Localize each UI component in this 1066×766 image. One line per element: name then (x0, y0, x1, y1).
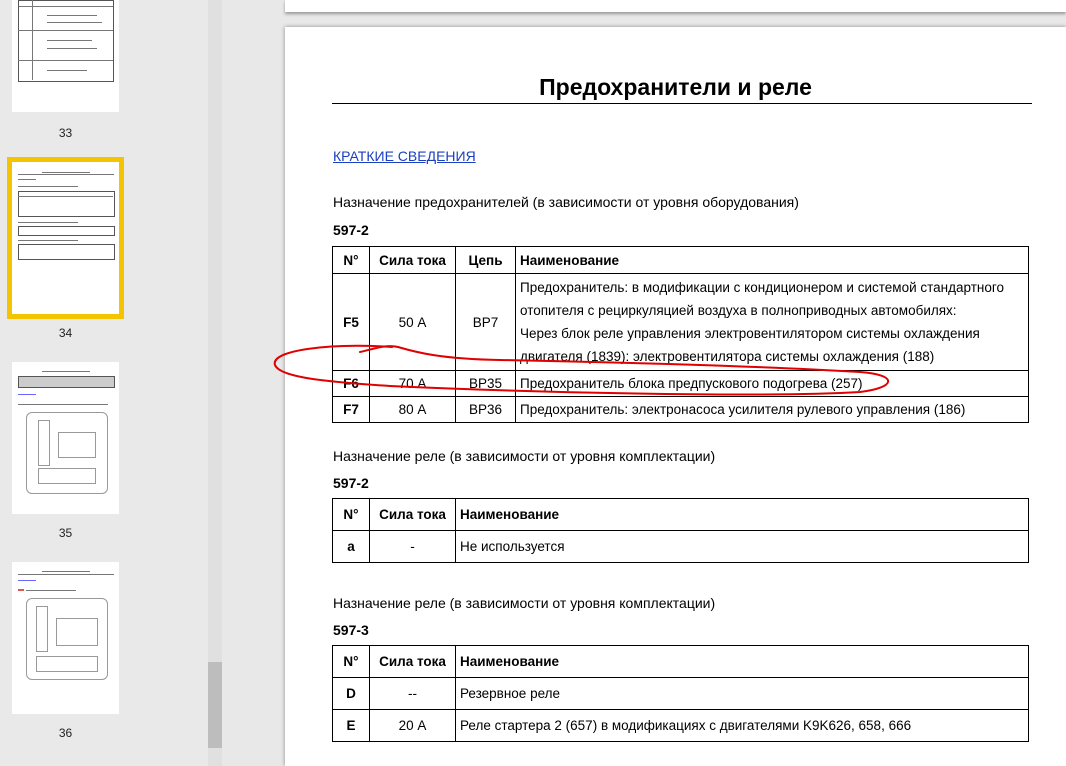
fuse-amp: 70 А (369, 370, 456, 397)
col-header-amp: Сила тока (369, 246, 456, 274)
relays1-table: N° Сила тока Наименование a - Не использ… (332, 498, 1029, 563)
relays1-code: 597-2 (333, 475, 369, 491)
relays2-table: N° Сила тока Наименование D -- Резервное… (332, 645, 1029, 742)
table-row: a - Не используется (332, 530, 1029, 563)
page-thumbnail-36[interactable] (12, 562, 119, 714)
col-header-amp: Сила тока (369, 498, 456, 531)
fuse-number: F5 (332, 273, 370, 371)
page-number-34: 34 (58, 326, 73, 340)
col-header-n: N° (332, 246, 370, 274)
relay-amp: - (369, 530, 456, 563)
fuse-number: F6 (332, 370, 370, 397)
relay-amp: -- (369, 677, 456, 710)
fuse-description-line: Предохранитель: в модификации с кондицио… (520, 280, 1004, 295)
relay-number: a (332, 530, 370, 563)
sidebar-scrollbar-track[interactable] (208, 0, 222, 766)
fuses-table: N° Сила тока Цепь Наименование F5 50 А B… (332, 246, 1029, 423)
table-row: F7 80 А BP36 Предохранитель: электронасо… (332, 396, 1029, 423)
fuse-number: F7 (332, 396, 370, 423)
table-row: E 20 А Реле стартера 2 (657) в модификац… (332, 709, 1029, 742)
col-header-circuit: Цепь (455, 246, 516, 274)
page-thumbnail-sidebar: 33 34 35 36 (0, 0, 222, 766)
fuse-description: Предохранитель: в модификации с кондицио… (515, 273, 1029, 371)
table-row: D -- Резервное реле (332, 677, 1029, 710)
col-header-name: Наименование (515, 246, 1029, 274)
fuse-circuit: BP35 (455, 370, 516, 397)
col-header-n: N° (332, 498, 370, 531)
table-row: F6 70 А BP35 Предохранитель блока предпу… (332, 370, 1029, 397)
table-row: F5 50 А BP7 Предохранитель: в модификаци… (332, 273, 1029, 371)
col-header-n: N° (332, 645, 370, 678)
table-header-row: N° Сила тока Наименование (332, 498, 1029, 531)
fuse-circuit: BP36 (455, 396, 516, 423)
col-header-name: Наименование (455, 645, 1029, 678)
title-underline (332, 103, 1032, 104)
col-header-name: Наименование (455, 498, 1029, 531)
relays1-heading: Назначение реле (в зависимости от уровня… (333, 448, 716, 464)
table-header-row: N° Сила тока Наименование (332, 645, 1029, 678)
relay-amp: 20 А (369, 709, 456, 742)
fuse-description: Предохранитель: электронасоса усилителя … (515, 396, 1029, 423)
fuse-amp: 80 А (369, 396, 456, 423)
relay-description: Резервное реле (455, 677, 1029, 710)
fuses-heading: Назначение предохранителей (в зависимост… (333, 194, 799, 210)
previous-page-edge (285, 0, 1066, 12)
fuse-description-line: отопителя с рециркуляцией воздуха в полн… (520, 303, 957, 318)
fuse-circuit: BP7 (455, 273, 516, 371)
page-number-35: 35 (58, 526, 73, 540)
relays2-code: 597-3 (333, 622, 369, 638)
summary-link[interactable]: КРАТКИЕ СВЕДЕНИЯ (333, 148, 476, 164)
fuses-code: 597-2 (333, 222, 369, 238)
fuse-description-line: Через блок реле управления электровентил… (520, 326, 980, 341)
page-number-33: 33 (58, 126, 73, 140)
relays2-heading: Назначение реле (в зависимости от уровня… (333, 595, 716, 611)
sidebar-scrollbar-thumb[interactable] (208, 662, 222, 748)
page-thumbnail-35[interactable] (12, 362, 119, 514)
relay-number: E (332, 709, 370, 742)
page-thumbnail-34[interactable] (7, 157, 124, 319)
fuse-description-line: двигателя (1839): электровентилятора сис… (520, 349, 935, 364)
page-number-36: 36 (58, 726, 73, 740)
fuse-amp: 50 А (369, 273, 456, 371)
relay-number: D (332, 677, 370, 710)
relay-description: Не используется (455, 530, 1029, 563)
page-title: Предохранители и реле (539, 74, 812, 100)
fuse-description: Предохранитель блока предпускового подог… (515, 370, 1029, 397)
page-thumbnail-33[interactable] (12, 0, 119, 112)
viewer-gutter (222, 0, 284, 766)
col-header-amp: Сила тока (369, 645, 456, 678)
relay-description: Реле стартера 2 (657) в модификациях с д… (455, 709, 1029, 742)
document-page: Предохранители и реле КРАТКИЕ СВЕДЕНИЯ Н… (285, 27, 1066, 766)
table-header-row: N° Сила тока Цепь Наименование (332, 246, 1029, 274)
